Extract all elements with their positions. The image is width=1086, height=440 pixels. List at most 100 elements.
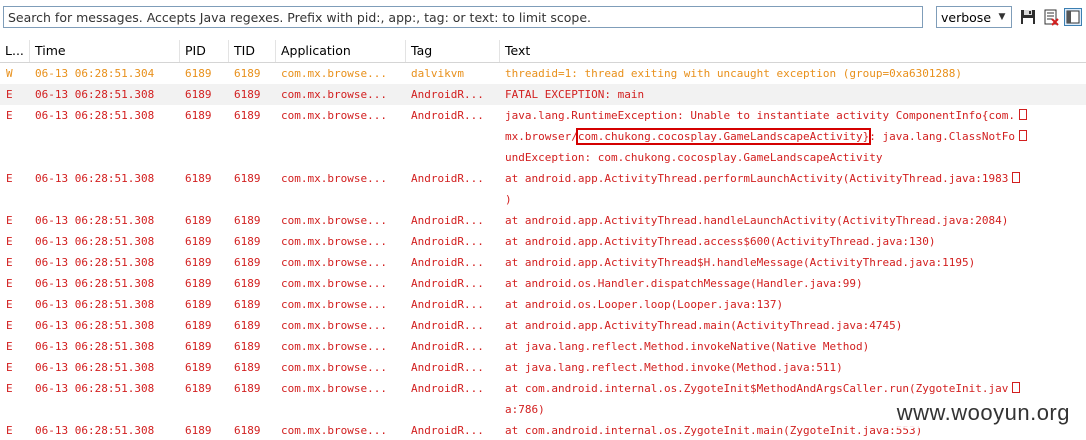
log-text-line: a:786): [505, 403, 545, 416]
log-row[interactable]: E 06-13 06:28:51.308 6189 6189 com.mx.browse…: [0, 252, 1086, 273]
log-application: com.mx.browse...: [281, 67, 387, 80]
log-tid: 6189: [234, 109, 261, 122]
log-row[interactable]: E 06-13 06:28:51.308 6189 6189 com.mx.browse…: [0, 84, 1086, 105]
log-text: at java.lang.reflect.Method.invoke(Metho…: [505, 357, 1050, 378]
log-time: 06-13 06:28:51.308: [35, 319, 155, 332]
log-row[interactable]: E 06-13 06:28:51.308 6189 6189 com.mx.browse…: [0, 357, 1086, 378]
log-time: 06-13 06:28:51.308: [35, 109, 155, 122]
log-tid: 6189: [234, 256, 261, 269]
log-text-line: at android.os.Handler.dispatchMessage(Ha…: [505, 277, 863, 290]
log-pid: 6189: [185, 109, 212, 122]
log-pid: 6189: [185, 277, 212, 290]
log-time: 06-13 06:28:51.308: [35, 277, 155, 290]
log-text: at android.os.Looper.loop(Looper.java:13…: [505, 294, 1050, 315]
log-pid: 6189: [185, 67, 212, 80]
log-row[interactable]: E 06-13 06:28:51.308 6189 6189 com.mx.browse…: [0, 294, 1086, 315]
log-text-line: at android.app.ActivityThread$H.handleMe…: [505, 256, 976, 269]
log-time: 06-13 06:28:51.304: [35, 67, 155, 80]
log-level: W: [6, 67, 13, 80]
log-level: E: [6, 277, 13, 290]
log-text-line: at java.lang.reflect.Method.invokeNative…: [505, 340, 870, 353]
log-pid: 6189: [185, 382, 212, 395]
log-row[interactable]: E 06-13 06:28:51.308 6189 6189 com.mx.browse…: [0, 336, 1086, 357]
log-level: E: [6, 109, 13, 122]
clear-log-button[interactable]: [1042, 8, 1060, 26]
log-text-line: : java.lang.ClassNotFo: [869, 130, 1015, 143]
log-text: at android.app.ActivityThread.access$600…: [505, 231, 1050, 252]
log-text-line: at android.app.ActivityThread.main(Activ…: [505, 319, 903, 332]
save-log-button[interactable]: [1019, 8, 1037, 26]
log-tid: 6189: [234, 298, 261, 311]
log-time: 06-13 06:28:51.308: [35, 298, 155, 311]
line-wrap-icon: [1012, 382, 1021, 393]
log-level: E: [6, 340, 13, 353]
log-level: E: [6, 88, 13, 101]
log-text-line: java.lang.RuntimeException: Unable to in…: [505, 109, 1015, 122]
log-text: at android.app.ActivityThread.performLau…: [505, 168, 1050, 210]
log-text-line: at com.android.internal.os.ZygoteInit.ma…: [505, 424, 923, 437]
toggle-filters-button[interactable]: [1064, 8, 1082, 26]
log-row[interactable]: E 06-13 06:28:51.308 6189 6189 com.mx.browse…: [0, 231, 1086, 252]
search-input[interactable]: [3, 6, 923, 28]
log-tag: AndroidR...: [411, 424, 484, 437]
column-header-pid[interactable]: PID: [180, 40, 229, 62]
log-text-line: at android.os.Looper.loop(Looper.java:13…: [505, 298, 784, 311]
log-text-line: FATAL EXCEPTION: main: [505, 88, 645, 101]
log-time: 06-13 06:28:51.308: [35, 361, 155, 374]
line-wrap-icon: [1018, 130, 1027, 141]
column-header-application[interactable]: Application: [276, 40, 406, 62]
log-tid: 6189: [234, 67, 261, 80]
log-time: 06-13 06:28:51.308: [35, 88, 155, 101]
log-tag: AndroidR...: [411, 319, 484, 332]
log-level: E: [6, 382, 13, 395]
log-pid: 6189: [185, 340, 212, 353]
logcat-toolbar: verbose ▼: [0, 0, 1086, 36]
chevron-down-icon: ▼: [998, 12, 1006, 22]
log-tag: AndroidR...: [411, 340, 484, 353]
log-pid: 6189: [185, 88, 212, 101]
log-text: threadid=1: thread exiting with uncaught…: [505, 63, 1050, 84]
log-application: com.mx.browse...: [281, 382, 387, 395]
column-header-level[interactable]: L...: [0, 40, 30, 62]
column-header-tag[interactable]: Tag: [406, 40, 500, 62]
log-row[interactable]: E 06-13 06:28:51.308 6189 6189 com.mx.browse…: [0, 315, 1086, 336]
log-application: com.mx.browse...: [281, 424, 387, 437]
log-application: com.mx.browse...: [281, 256, 387, 269]
log-pid: 6189: [185, 172, 212, 185]
log-tag: AndroidR...: [411, 172, 484, 185]
log-tid: 6189: [234, 319, 261, 332]
column-header-text[interactable]: Text: [500, 40, 1086, 62]
log-text-line: at android.app.ActivityThread.performLau…: [505, 172, 1009, 185]
log-tid: 6189: [234, 88, 261, 101]
log-row[interactable]: E 06-13 06:28:51.308 6189 6189 com.mx.browse…: [0, 105, 1086, 168]
log-level: E: [6, 214, 13, 227]
log-time: 06-13 06:28:51.308: [35, 340, 155, 353]
log-row[interactable]: E 06-13 06:28:51.308 6189 6189 com.mx.browse…: [0, 210, 1086, 231]
log-row[interactable]: E 06-13 06:28:51.308 6189 6189 com.mx.browse…: [0, 273, 1086, 294]
log-tid: 6189: [234, 361, 261, 374]
log-text: at android.os.Handler.dispatchMessage(Ha…: [505, 273, 1050, 294]
line-wrap-icon: [1012, 172, 1021, 183]
log-application: com.mx.browse...: [281, 214, 387, 227]
log-row[interactable]: E 06-13 06:28:51.308 6189 6189 com.mx.browse…: [0, 168, 1086, 210]
log-application: com.mx.browse...: [281, 361, 387, 374]
log-application: com.mx.browse...: [281, 109, 387, 122]
log-row[interactable]: W 06-13 06:28:51.304 6189 6189 com.mx.browse…: [0, 63, 1086, 84]
column-header-time[interactable]: Time: [30, 40, 180, 62]
log-text-line: undException: com.chukong.cocosplay.Game…: [505, 151, 883, 164]
log-tag: AndroidR...: [411, 382, 484, 395]
log-application: com.mx.browse...: [281, 319, 387, 332]
log-level-value: verbose: [941, 10, 992, 25]
column-header-tid[interactable]: TID: [229, 40, 276, 62]
log-tid: 6189: [234, 340, 261, 353]
log-tag: AndroidR...: [411, 214, 484, 227]
log-application: com.mx.browse...: [281, 340, 387, 353]
line-wrap-icon: [1018, 109, 1027, 120]
log-level: E: [6, 256, 13, 269]
log-tag: AndroidR...: [411, 235, 484, 248]
log-application: com.mx.browse...: [281, 88, 387, 101]
log-tag: dalvikvm: [411, 67, 464, 80]
log-level-select[interactable]: verbose ▼: [936, 6, 1012, 28]
log-tag: AndroidR...: [411, 361, 484, 374]
log-tid: 6189: [234, 172, 261, 185]
